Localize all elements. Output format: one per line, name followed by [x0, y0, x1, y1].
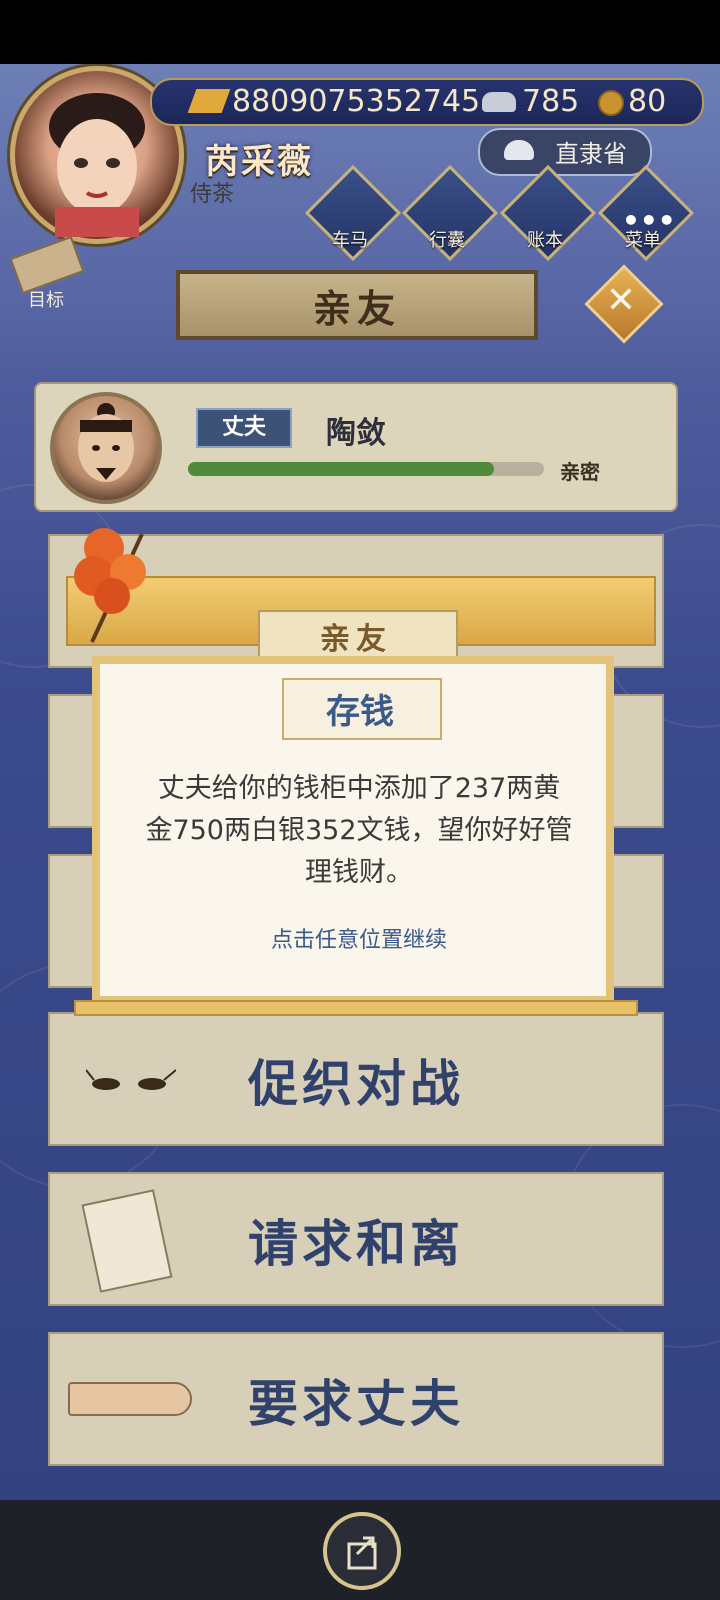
silver-amount: 785	[522, 84, 580, 119]
candied-hawthorn-icon	[72, 524, 172, 644]
modal-banner-title: 亲友	[320, 622, 392, 657]
role-tag: 丈夫	[196, 408, 292, 448]
luggage-label: 行囊	[429, 230, 465, 251]
close-icon: ✕	[605, 280, 637, 321]
divorce-request-panel[interactable]: 请求和离	[48, 1172, 664, 1306]
continue-hint[interactable]: 点击任意位置继续	[126, 922, 592, 954]
message-line: 丈夫给你的钱柜中添加了237两黄	[157, 773, 561, 804]
page-title-plaque: 亲友	[176, 270, 538, 340]
husband-avatar	[50, 392, 162, 504]
message-line: 理钱财。	[305, 857, 413, 888]
cricket-fight-panel[interactable]: 促织对战	[48, 1012, 664, 1146]
husband-portrait-icon	[78, 403, 134, 482]
resource-bar: 8809075352745 785 80	[150, 78, 704, 126]
player-rank: 侍茶	[190, 182, 235, 207]
bond-progress-fill	[188, 462, 495, 476]
menu-label: 菜单	[625, 230, 661, 251]
husband-name: 陶敛	[326, 416, 386, 451]
gold-amount: 8809075352745	[232, 84, 481, 119]
goal-label: 目标	[28, 290, 64, 311]
ledger-label: 账本	[527, 230, 563, 251]
page-title: 亲友	[312, 287, 401, 331]
cricket-fight-label: 促织对战	[248, 1055, 464, 1113]
divorce-request-label: 请求和离	[248, 1215, 464, 1273]
carriage-label: 车马	[332, 230, 368, 251]
message-text: 丈夫给你的钱柜中添加了237两黄 金750两白银352文钱，望你好好管 理钱财。	[126, 768, 592, 894]
region-label: 直隶省	[555, 140, 627, 168]
hat-icon	[504, 140, 534, 160]
modal-bottom-bar	[74, 1000, 638, 1016]
coin-icon	[598, 90, 624, 116]
bond-label: 亲密	[560, 460, 600, 484]
share-button[interactable]	[323, 1512, 401, 1590]
husband-card[interactable]: 丈夫 陶敛 亲密	[34, 382, 678, 512]
game-screen: 8809075352745 785 80 芮采薇 侍茶 直隶省 车马 行囊 账本…	[0, 64, 720, 1500]
silver-ingot-icon	[482, 92, 516, 112]
gold-bar-icon	[187, 89, 231, 113]
bond-progress	[188, 462, 544, 476]
coin-amount: 80	[628, 84, 667, 119]
message-title: 存钱	[326, 692, 394, 732]
demand-husband-label: 要求丈夫	[248, 1375, 464, 1433]
message-line: 金750两白银352文钱，望你好好管	[145, 815, 573, 846]
share-icon	[347, 1536, 377, 1570]
demand-husband-panel[interactable]: 要求丈夫	[48, 1332, 664, 1466]
